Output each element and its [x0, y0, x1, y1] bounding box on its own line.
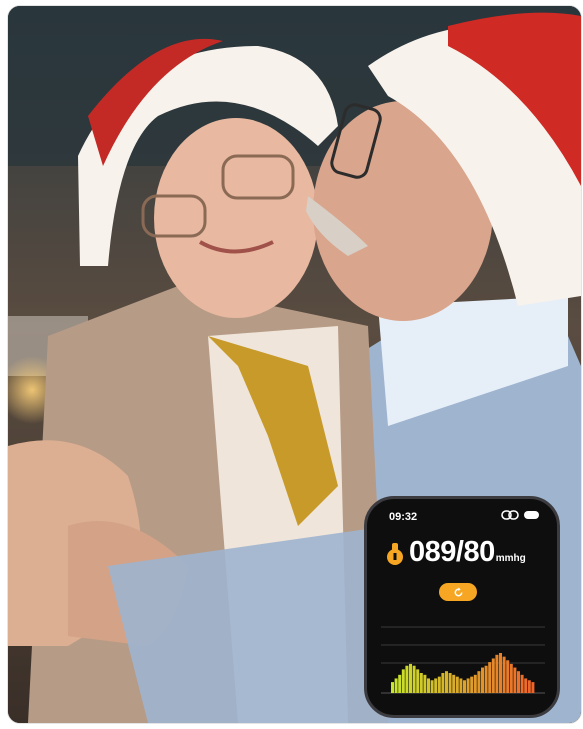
- chart-bar: [502, 656, 506, 693]
- bp-history-chart: [381, 626, 545, 694]
- chart-bar: [506, 660, 510, 693]
- chart-bar: [401, 669, 405, 693]
- chart-bar: [430, 680, 434, 693]
- smartwatch-screen: 09:32 089/80 mmhg: [364, 496, 560, 718]
- photo-card: 09:32 089/80 mmhg: [8, 6, 581, 723]
- battery-icon: [524, 511, 539, 519]
- chart-bar: [427, 678, 430, 693]
- chart-bar: [499, 653, 502, 693]
- watch-status-bar: [501, 510, 539, 520]
- chart-bar: [463, 680, 466, 693]
- chart-bar: [445, 671, 448, 693]
- chart-bar: [473, 674, 477, 693]
- chart-bar: [513, 667, 517, 693]
- chart-bar: [509, 663, 513, 693]
- chart-bar: [434, 678, 438, 693]
- chart-bar: [423, 674, 427, 693]
- chart-bar: [455, 676, 459, 693]
- chart-bar: [398, 674, 402, 693]
- reading-unit: mmhg: [495, 553, 526, 564]
- refresh-icon: [454, 586, 462, 596]
- chart-bar: [405, 665, 409, 693]
- chart-bar: [520, 674, 524, 693]
- chart-bar: [488, 662, 492, 693]
- blood-pressure-icon: [387, 543, 403, 565]
- chart-bar: [524, 678, 528, 693]
- link-icon: [501, 510, 519, 520]
- chart-bar: [527, 680, 531, 693]
- chart-bar: [452, 674, 456, 693]
- chart-bar: [391, 682, 394, 693]
- chart-bar: [459, 678, 463, 693]
- chart-bar: [416, 669, 420, 693]
- chart-bar: [491, 658, 495, 693]
- reading-value: 089/80: [409, 536, 495, 568]
- chart-bar: [484, 665, 488, 693]
- chart-bar: [441, 673, 445, 693]
- blood-pressure-reading: 089/80 mmhg: [385, 537, 526, 567]
- chart-bar: [419, 673, 423, 693]
- chart-bar: [481, 667, 484, 693]
- chart-bar: [531, 682, 535, 693]
- chart-bar: [412, 665, 416, 693]
- chart-bar: [517, 671, 520, 693]
- chart-bar: [409, 663, 412, 693]
- chart-bar: [448, 673, 452, 693]
- chart-bar: [470, 676, 474, 693]
- chart-bar: [495, 654, 499, 693]
- chart-bar: [394, 678, 398, 693]
- watch-time: 09:32: [389, 511, 418, 523]
- chart-bar: [466, 678, 470, 693]
- chart-bar: [437, 676, 441, 693]
- chart-bar: [477, 671, 481, 693]
- refresh-button[interactable]: [439, 583, 477, 601]
